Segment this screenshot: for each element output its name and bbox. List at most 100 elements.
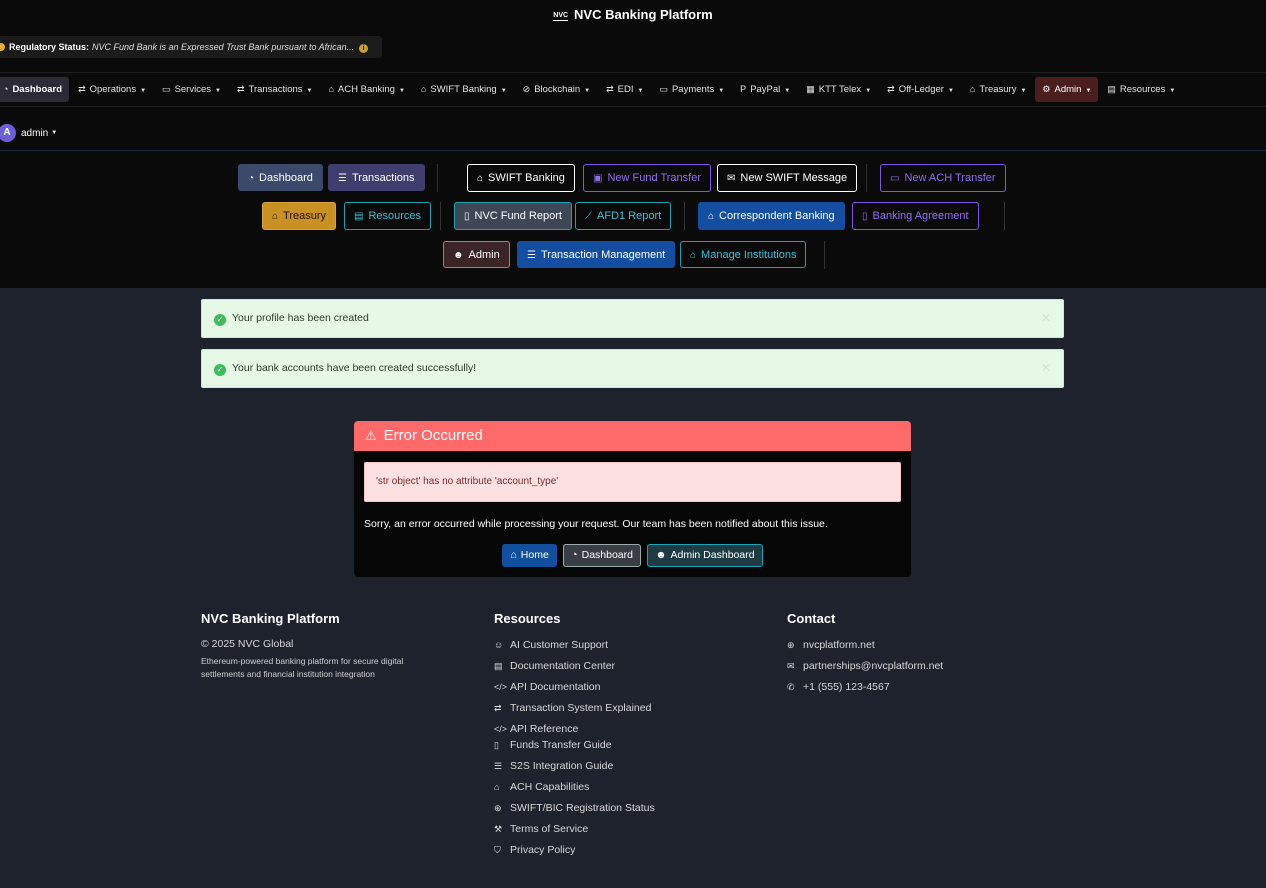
alert-text: Your bank accounts have been created suc… — [232, 362, 477, 374]
divider — [437, 164, 438, 192]
caret-down-icon: ▼ — [398, 88, 405, 94]
new-fund-transfer-button[interactable]: ▣ New Fund Transfer — [583, 164, 711, 192]
footer-description: Ethereum-powered banking platform for se… — [201, 656, 404, 679]
check-circle-icon: ✓ — [214, 364, 226, 376]
banking-agreement-button[interactable]: ▯ Banking Agreement — [852, 202, 979, 230]
file-icon: ▯ — [464, 211, 470, 222]
dashboard-button[interactable]: ◔ Dashboard — [563, 544, 641, 567]
bank-icon: ⌂ — [328, 84, 334, 94]
footer-link-api-reference[interactable]: </> API Reference — [494, 722, 655, 738]
new-swift-message-button[interactable]: ✉ New SWIFT Message — [717, 164, 858, 192]
robot-icon: ☺ — [494, 640, 504, 650]
footer-link-ai-support[interactable]: ☺ AI Customer Support — [494, 638, 655, 659]
link-label: Terms of Service — [510, 823, 589, 835]
footer-link-privacy[interactable]: ⛉ Privacy Policy — [494, 843, 655, 864]
nav-services[interactable]: ▭ Services ▼ — [155, 77, 228, 102]
button-label: Manage Institutions — [701, 249, 797, 261]
link-label: S2S Integration Guide — [510, 760, 614, 772]
regulatory-label: Regulatory Status: — [9, 42, 90, 52]
nvc-fund-report-button[interactable]: ▯ NVC Fund Report — [454, 202, 572, 230]
check-circle-icon: ✓ — [214, 314, 226, 326]
nav-resources[interactable]: ▤ Resources ▼ — [1100, 77, 1182, 102]
nav-edi[interactable]: ⇄ EDI ▼ — [599, 77, 650, 102]
afd1-report-button[interactable]: ⟋ AFD1 Report — [575, 202, 672, 230]
button-label: Dashboard — [581, 549, 633, 561]
bank-icon: ⌂ — [969, 84, 976, 94]
footer-link-documentation[interactable]: ▤ Documentation Center — [494, 659, 655, 680]
quick-dashboard-button[interactable]: ◔ Dashboard — [238, 164, 323, 191]
avatar: A — [0, 124, 16, 142]
nav-label: Payments — [671, 84, 715, 95]
link-label: Transaction System Explained — [510, 702, 652, 714]
correspondent-banking-button[interactable]: ⌂ Correspondent Banking — [698, 202, 845, 230]
close-icon[interactable]: ✕ — [1041, 300, 1051, 337]
footer-link-transaction-system[interactable]: ⇄ Transaction System Explained — [494, 701, 655, 722]
nav-transactions[interactable]: ⇄ Transactions ▼ — [230, 77, 320, 102]
exchange-icon: ⇄ — [494, 703, 502, 713]
nav-label: Dashboard — [12, 84, 63, 95]
quick-swift-banking-button[interactable]: ⌂ SWIFT Banking — [467, 164, 575, 192]
link-label: API Documentation — [510, 681, 601, 693]
dashboard-icon: ◔ — [248, 173, 255, 184]
footer-link-ach[interactable]: ⌂ ACH Capabilities — [494, 780, 655, 801]
error-card: ⚠ Error Occurred 'str object' has no attr… — [354, 421, 911, 577]
button-label: Resources — [368, 210, 422, 222]
button-label: New SWIFT Message — [740, 172, 848, 184]
new-ach-transfer-button[interactable]: ▭ New ACH Transfer — [880, 164, 1006, 192]
error-detail: 'str object' has no attribute 'account_t… — [364, 462, 901, 502]
nav-admin[interactable]: ⚙ Admin ▼ — [1035, 77, 1099, 102]
admin-dashboard-button[interactable]: ☻ Admin Dashboard — [647, 544, 763, 567]
nav-label: Services — [174, 84, 211, 95]
success-alert: ✓ Your profile has been created ✕ — [201, 299, 1064, 338]
footer-link-terms[interactable]: ⚒ Terms of Service — [494, 822, 655, 843]
error-actions: ⌂ Home ◔ Dashboard ☻ Admin Dashboard — [354, 544, 911, 567]
contact-email[interactable]: ✉ partnerships@nvcplatform.net — [787, 659, 943, 680]
nav-treasury[interactable]: ⌂ Treasury ▼ — [963, 77, 1034, 102]
footer-link-api-docs[interactable]: </> API Documentation — [494, 680, 655, 701]
brand[interactable]: NVC NVC Banking Platform — [0, 7, 1266, 22]
card-icon: ▭ — [890, 173, 900, 184]
contact-website[interactable]: ⊕ nvcplatform.net — [787, 638, 943, 659]
caret-down-icon: ▼ — [306, 88, 313, 94]
footer-link-funds-transfer[interactable]: ▯ Funds Transfer Guide — [494, 738, 655, 759]
nav-swift-banking[interactable]: ⌂ SWIFT Banking ▼ — [414, 77, 514, 102]
quick-admin-button[interactable]: ☻ Admin — [443, 241, 510, 268]
quick-transactions-button[interactable]: ☰ Transactions — [328, 164, 425, 191]
nav-blockchain[interactable]: ⊘ Blockchain ▼ — [516, 77, 597, 102]
phone-icon: ✆ — [787, 682, 795, 692]
button-label: Correspondent Banking — [719, 210, 835, 222]
button-label: New ACH Transfer — [904, 172, 996, 184]
home-button[interactable]: ⌂ Home — [502, 544, 557, 567]
nav-ach-banking[interactable]: ⌂ ACH Banking ▼ — [321, 77, 411, 102]
link-label: Documentation Center — [510, 660, 616, 672]
nav-payments[interactable]: ▭ Payments ▼ — [652, 77, 731, 102]
nav-label: PayPal — [750, 84, 781, 95]
dashboard-icon: ◔ — [3, 84, 9, 94]
nav-dashboard[interactable]: ◔ Dashboard — [0, 77, 70, 102]
divider — [684, 202, 685, 230]
footer-link-s2s-guide[interactable]: ☰ S2S Integration Guide — [494, 759, 655, 780]
nav-paypal[interactable]: P PayPal ▼ — [733, 77, 797, 102]
caret-down-icon: ▼ — [1020, 88, 1027, 94]
card-icon: ▭ — [659, 84, 668, 94]
manage-institutions-button[interactable]: ⌂ Manage Institutions — [680, 241, 807, 268]
exchange-icon: ⇄ — [606, 84, 614, 94]
button-label: SWIFT Banking — [488, 172, 565, 184]
nav-operations[interactable]: ⇄ Operations ▼ — [71, 77, 153, 102]
close-icon[interactable]: ✕ — [1041, 350, 1051, 387]
nav-ktt-telex[interactable]: ▦ KTT Telex ▼ — [799, 77, 878, 102]
footer-link-swift-bic[interactable]: ⊕ SWIFT/BIC Registration Status — [494, 801, 655, 822]
info-icon[interactable]: i — [359, 44, 369, 53]
nav-off-ledger[interactable]: ⇄ Off-Ledger ▼ — [880, 77, 961, 102]
file-icon: ▯ — [494, 740, 499, 750]
button-label: Admin Dashboard — [670, 549, 755, 561]
contact-phone[interactable]: ✆ +1 (555) 123-4567 — [787, 680, 943, 701]
bank-icon: ⌂ — [690, 250, 697, 261]
quick-resources-button[interactable]: ▤ Resources — [344, 202, 432, 230]
user-menu[interactable]: Aadmin ▼ — [0, 124, 57, 142]
regulatory-status-bar: Regulatory Status: NVC Fund Bank is an Ex… — [0, 36, 382, 58]
footer-resources: Resources ☺ AI Customer Support ▤ Document… — [494, 611, 655, 864]
transaction-management-button[interactable]: ☰ Transaction Management — [517, 241, 676, 268]
caret-down-icon: ▼ — [865, 88, 872, 94]
quick-treasury-button[interactable]: ⌂ Treasury — [262, 202, 337, 230]
